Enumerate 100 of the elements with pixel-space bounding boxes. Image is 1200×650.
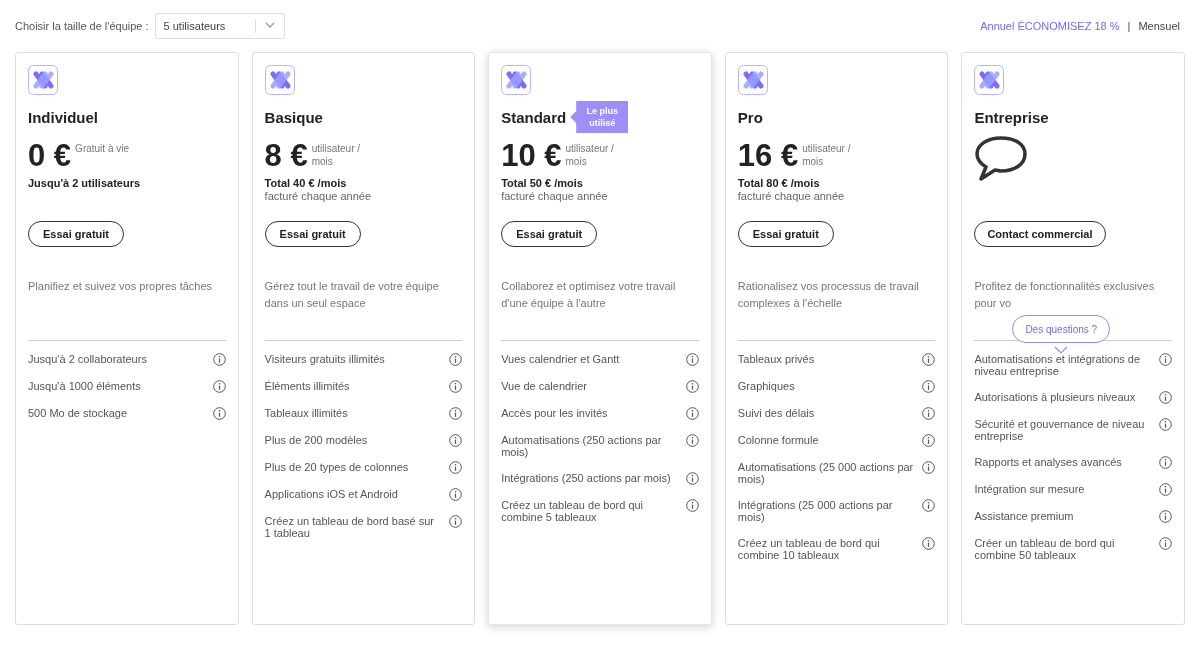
info-icon[interactable] — [922, 499, 936, 512]
plan-description: Gérez tout le travail de votre équipe dans un seul espace — [264, 279, 440, 311]
feature-text: Automatisations (25 000 actions par mois) — [737, 461, 915, 485]
price-unit: utilisateur / mois — [565, 142, 615, 168]
feature-text: Accès pour les invités — [501, 407, 609, 420]
price-unit: utilisateur / mois — [802, 142, 852, 168]
feature-text: Automatisations (250 actions par mois) — [501, 434, 663, 458]
feature-text: Assistance premium — [974, 510, 1075, 523]
plan-name: Pro — [737, 108, 763, 126]
feature-text: Éléments illimités — [264, 380, 351, 393]
feature-text: Plus de 20 types de colonnes — [264, 461, 410, 474]
info-icon[interactable] — [449, 353, 463, 366]
logo-icon — [28, 65, 58, 95]
info-icon[interactable] — [449, 434, 463, 447]
billing-note: facturé chaque année — [501, 190, 609, 202]
chevron-down-icon — [1054, 346, 1069, 354]
info-icon[interactable] — [449, 407, 463, 420]
price-total: Jusqu'à 2 utilisateurs — [28, 177, 142, 189]
info-icon[interactable] — [1159, 483, 1172, 496]
info-icon[interactable] — [1159, 537, 1172, 550]
info-icon[interactable] — [922, 353, 936, 366]
feature-text: Automatisations et intégrations de niveau entreprise — [974, 353, 1142, 377]
info-icon[interactable] — [1159, 418, 1172, 431]
team-size-label: Choisir la taille de l'équipe : — [15, 20, 149, 32]
price-unit: Gratuit à vie — [75, 142, 131, 155]
info-icon[interactable] — [1159, 510, 1172, 523]
feature-text: 500 Mo de stockage — [28, 407, 129, 420]
info-icon[interactable] — [922, 407, 936, 420]
help-bubble[interactable]: Des questions ? — [1012, 315, 1111, 343]
info-icon[interactable] — [922, 537, 936, 550]
price: 16 € — [737, 139, 799, 173]
feature-text: Créer un tableau de bord qui combine 50 tableaux — [974, 537, 1116, 561]
price-total: Total 50 € /mois — [501, 177, 584, 189]
info-icon[interactable] — [922, 434, 936, 447]
plan-button[interactable]: Contact commercial — [974, 221, 1106, 247]
feature-text: Autorisations à plusieurs niveaux — [974, 391, 1137, 404]
info-icon[interactable] — [685, 407, 699, 420]
price: 0 € — [28, 139, 72, 173]
separator: | — [1127, 20, 1131, 32]
price-total: Total 80 € /mois — [737, 177, 821, 189]
info-icon[interactable] — [685, 472, 699, 485]
info-icon[interactable] — [922, 461, 936, 474]
price-unit: utilisateur / mois — [311, 142, 362, 168]
info-icon[interactable] — [449, 515, 463, 528]
info-icon[interactable] — [685, 353, 699, 366]
info-icon[interactable] — [1159, 353, 1172, 366]
info-icon[interactable] — [1159, 456, 1172, 469]
feature-text: Intégration sur mesure — [974, 483, 1086, 496]
feature-text: Jusqu'à 2 collaborateurs — [28, 353, 148, 366]
feature-text: Intégrations (250 actions par mois) — [501, 472, 672, 485]
feature-text: Intégrations (25 000 actions par mois) — [737, 499, 894, 523]
price-total: Total 40 € /mois — [264, 177, 348, 189]
plan-button[interactable]: Essai gratuit — [737, 221, 834, 247]
info-icon[interactable] — [685, 434, 699, 447]
popular-badge: Le plus utilisé — [570, 101, 629, 133]
logo-icon — [501, 65, 532, 95]
plan-description: Collaborez et optimisez votre travail d'une équipe à l'autre — [501, 279, 677, 311]
feature-text: Vue de calendrier — [501, 380, 588, 393]
info-icon[interactable] — [212, 380, 226, 393]
info-icon[interactable] — [449, 488, 463, 501]
logo-icon — [974, 65, 1005, 95]
billing-option[interactable]: Annuel ÉCONOMISEZ 18 % — [980, 20, 1120, 32]
price: 8 € — [264, 139, 308, 173]
speech-bubble-icon — [974, 135, 1029, 183]
feature-text: Sécurité et gouvernance de niveau entreprise — [974, 418, 1146, 442]
info-icon[interactable] — [212, 353, 226, 366]
plan-description: Planifiez et suivez vos propres tâches — [28, 279, 213, 294]
feature-text: Tableaux privés — [737, 353, 816, 366]
plan-name: Individuel — [28, 108, 98, 126]
feature-text: Rapports et analyses avancés — [974, 456, 1123, 469]
price: 10 € — [501, 139, 562, 173]
feature-text: Tableaux illimités — [264, 407, 349, 420]
feature-text: Colonne formule — [737, 434, 820, 447]
plan-name: Standard — [501, 108, 567, 126]
feature-text: Créez un tableau de bord basé sur 1 tableau — [264, 515, 435, 539]
plan-button[interactable]: Essai gratuit — [501, 221, 598, 247]
logo-icon — [264, 65, 295, 95]
plan-button[interactable]: Essai gratuit — [264, 221, 361, 247]
logo-icon — [737, 65, 768, 95]
feature-text: Jusqu'à 1000 éléments — [28, 380, 142, 393]
info-icon[interactable] — [212, 407, 226, 420]
info-icon[interactable] — [449, 461, 463, 474]
plan-description: Profitez de fonctionnalités exclusives pour vo — [974, 279, 1156, 311]
info-icon[interactable] — [922, 380, 936, 393]
team-size-dropdown[interactable]: 5 utilisateurs — [154, 13, 285, 39]
info-icon[interactable] — [685, 380, 699, 393]
feature-text: Créez un tableau de bord qui combine 5 tableaux — [501, 499, 645, 523]
info-icon[interactable] — [685, 499, 699, 512]
billing-note: facturé chaque année — [737, 190, 846, 202]
feature-text: Créez un tableau de bord qui combine 10 tableaux — [737, 537, 881, 561]
feature-text: Suivi des délais — [737, 407, 816, 420]
billing-option[interactable]: Mensuel — [1138, 20, 1180, 32]
feature-text: Vues calendrier et Gantt — [501, 353, 621, 366]
info-icon[interactable] — [449, 380, 463, 393]
feature-text: Plus de 200 modèles — [264, 434, 369, 447]
feature-text: Visiteurs gratuits illimités — [264, 353, 386, 366]
plan-button[interactable]: Essai gratuit — [28, 221, 124, 247]
info-icon[interactable] — [1159, 391, 1172, 404]
feature-text: Applications iOS et Android — [264, 488, 399, 501]
feature-text: Graphiques — [737, 380, 796, 393]
